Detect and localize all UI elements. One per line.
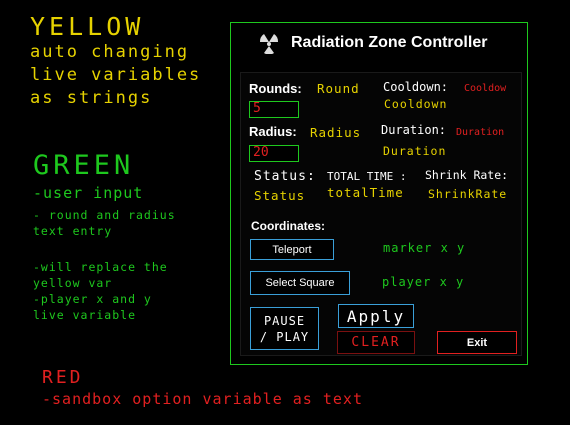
total-time-label: TOTAL TIME : [327, 170, 407, 183]
rounds-label: Rounds: [249, 81, 302, 96]
legend-green-line: -user input [33, 184, 144, 202]
clear-button[interactable]: CLEAR [337, 331, 415, 354]
marker-xy-variable: marker x y [383, 241, 466, 255]
shrink-rate-label: Shrink Rate: [425, 168, 509, 182]
cooldown-sandbox-variable: Cooldow [464, 83, 507, 94]
radius-variable: Radius [310, 125, 362, 140]
legend-yellow-line: as strings [30, 88, 153, 108]
panel-title: Radiation Zone Controller [291, 34, 488, 51]
pause-label: PAUSE [263, 313, 306, 328]
round-variable: Round [317, 81, 360, 96]
apply-button[interactable]: Apply [338, 304, 414, 328]
total-time-variable: totalTime [327, 185, 404, 200]
status-variable: Status [254, 188, 306, 203]
legend-green-title: GREEN [33, 150, 135, 181]
rounds-input[interactable]: 5 [249, 101, 299, 118]
legend-yellow-line: auto changing [30, 42, 190, 62]
legend-green-line: -player x and y [33, 292, 152, 306]
player-xy-variable: player x y [382, 275, 465, 289]
radius-label: Radius: [249, 124, 297, 139]
legend-green-line: live variable [33, 308, 137, 322]
legend-yellow-title: YELLOW [30, 12, 145, 41]
legend-green-line: - round and radius [33, 208, 176, 222]
legend-red-title: RED [42, 367, 84, 388]
radius-input[interactable]: 20 [249, 145, 299, 162]
status-label: Status: [254, 169, 316, 184]
radiation-trefoil-icon [259, 34, 279, 54]
cooldown-live-variable: Cooldown [384, 97, 448, 111]
shrink-rate-variable: ShrinkRate [428, 187, 508, 201]
legend-green-line: yellow var [33, 276, 113, 290]
legend-red-description: -sandbox option variable as text [42, 390, 363, 408]
duration-label: Duration: [381, 123, 447, 137]
play-label: / PLAY [259, 329, 310, 344]
select-square-button[interactable]: Select Square [250, 271, 350, 295]
legend-green-line: -will replace the [33, 260, 168, 274]
legend-yellow-line: live variables [30, 65, 202, 85]
exit-button[interactable]: Exit [437, 331, 517, 354]
pause-play-button[interactable]: PAUSE / PLAY [250, 307, 319, 350]
duration-sandbox-variable: Duration [456, 127, 505, 138]
cooldown-label: Cooldown: [383, 80, 449, 94]
teleport-button[interactable]: Teleport [250, 239, 334, 260]
duration-live-variable: Duration [383, 144, 447, 158]
coordinates-label: Coordinates: [251, 219, 326, 233]
legend-green-line: text entry [33, 224, 113, 238]
